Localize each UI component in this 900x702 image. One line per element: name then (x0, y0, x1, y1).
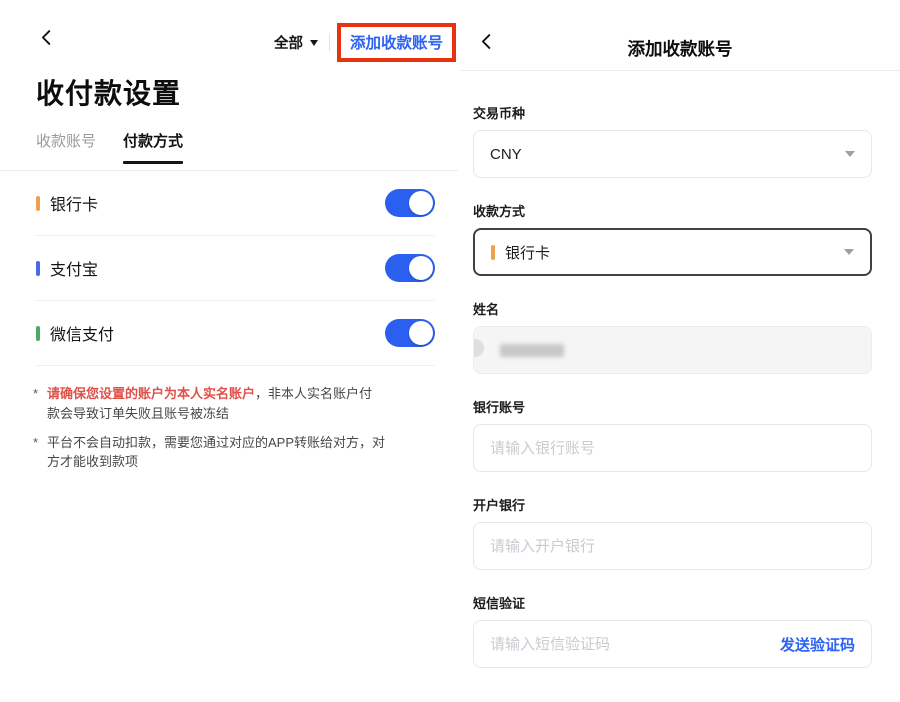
filter-dropdown-label: 全部 (274, 32, 303, 53)
toggle-knob (409, 256, 433, 280)
header-divider (329, 33, 330, 51)
bank-branch-input[interactable] (490, 538, 855, 555)
add-account-button[interactable]: 添加收款账号 (350, 35, 443, 52)
send-code-button[interactable]: 发送验证码 (780, 634, 855, 655)
method-row-wechat-pay: 微信支付 (36, 301, 435, 366)
sms-code-input[interactable] (490, 636, 770, 653)
note-marker: * (33, 384, 38, 404)
add-account-screen: 添加收款账号 交易币种 CNY 收款方式 银行卡 姓名 银行账号 (460, 0, 900, 702)
bank-card-toggle[interactable] (385, 189, 435, 217)
bank-branch-label: 开户银行 (473, 495, 872, 514)
sms-label: 短信验证 (473, 593, 872, 612)
method-value: 银行卡 (505, 242, 550, 263)
screenshot-root: 全部 添加收款账号 收付款设置 收款账号 付款方式 银行卡 (0, 0, 900, 702)
bank-branch-box (473, 522, 872, 570)
method-row-alipay: 支付宝 (36, 236, 435, 301)
currency-select[interactable]: CNY (473, 130, 872, 178)
bank-account-box (473, 424, 872, 472)
currency-value: CNY (490, 146, 522, 163)
currency-label: 交易币种 (473, 103, 872, 122)
note-text: 平台不会自动扣款，需要您通过对应的APP转账给对方，对方才能收到款项 (47, 435, 385, 470)
note-manual-transfer: * 平台不会自动扣款，需要您通过对应的APP转账给对方，对方才能收到款项 (33, 433, 385, 473)
toggle-knob (409, 191, 433, 215)
payment-settings-screen: 全部 添加收款账号 收付款设置 收款账号 付款方式 银行卡 (0, 0, 458, 702)
toggle-knob (409, 321, 433, 345)
bank-account-input[interactable] (490, 440, 855, 457)
page-title: 收付款设置 (36, 72, 181, 112)
method-marker (36, 196, 40, 211)
method-select-marker (491, 245, 495, 260)
tab-bar: 收款账号 付款方式 (36, 130, 183, 164)
method-label: 收款方式 (473, 201, 872, 220)
caret-down-icon (310, 40, 318, 46)
annotation-highlight-box: 添加收款账号 (337, 23, 456, 62)
method-marker (36, 261, 40, 276)
redacted-name-value (500, 344, 564, 357)
filter-dropdown[interactable]: 全部 (274, 32, 318, 53)
footnotes: *请确保您设置的账户为本人实名账户，非本人实名账户付款会导致订单失败且账号被冻结… (33, 384, 385, 481)
payment-method-list: 银行卡 支付宝 微信支付 (36, 171, 435, 366)
screen-title: 添加收款账号 (460, 36, 900, 61)
name-label: 姓名 (473, 299, 872, 318)
chevron-left-icon (38, 29, 55, 51)
method-label: 银行卡 (50, 191, 385, 215)
tab-receive-accounts[interactable]: 收款账号 (36, 130, 96, 164)
method-marker (36, 326, 40, 341)
method-row-bank-card: 银行卡 (36, 171, 435, 236)
note-real-name-warning: *请确保您设置的账户为本人实名账户，非本人实名账户付款会导致订单失败且账号被冻结 (33, 384, 385, 424)
method-label: 支付宝 (50, 256, 385, 280)
back-button[interactable] (34, 28, 58, 52)
tab-payment-methods[interactable]: 付款方式 (123, 130, 183, 164)
method-select[interactable]: 银行卡 (473, 228, 872, 276)
right-header: 添加收款账号 (460, 0, 900, 71)
alipay-toggle[interactable] (385, 254, 435, 282)
note-emphasis: 请确保您设置的账户为本人实名账户 (47, 386, 255, 401)
caret-down-icon (844, 249, 854, 255)
left-header: 全部 添加收款账号 (0, 18, 458, 66)
method-label: 微信支付 (50, 321, 385, 345)
add-account-form: 交易币种 CNY 收款方式 银行卡 姓名 银行账号 (473, 71, 872, 668)
note-marker: * (33, 433, 38, 453)
sms-box: 发送验证码 (473, 620, 872, 668)
bank-account-label: 银行账号 (473, 397, 872, 416)
wechat-pay-toggle[interactable] (385, 319, 435, 347)
redaction-artifact (473, 339, 484, 357)
name-field (473, 326, 872, 374)
caret-down-icon (845, 151, 855, 157)
